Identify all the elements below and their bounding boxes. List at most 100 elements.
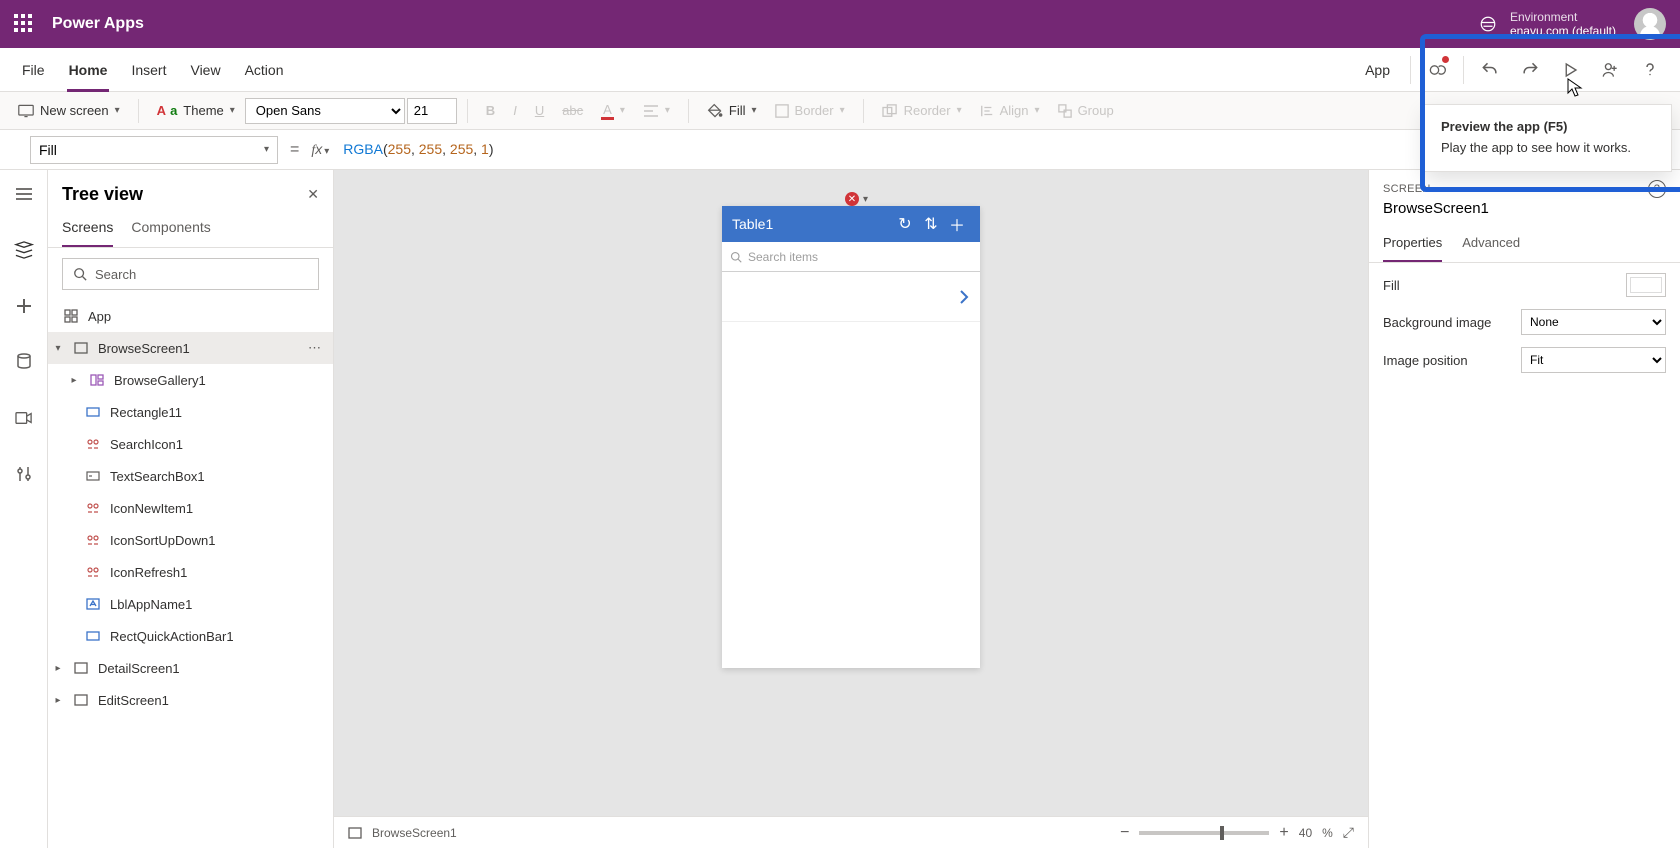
reorder-button[interactable]: Reorder▾ xyxy=(874,96,970,126)
redo-button[interactable] xyxy=(1510,48,1550,92)
tab-screens[interactable]: Screens xyxy=(62,211,113,247)
properties-help-button[interactable]: ? xyxy=(1648,180,1666,198)
user-avatar[interactable] xyxy=(1634,8,1666,40)
textbox-icon xyxy=(84,471,102,481)
gallery-row[interactable] xyxy=(722,272,980,322)
new-screen-button[interactable]: New screen ▾ xyxy=(10,96,128,126)
fit-screen-button[interactable]: ⤢ xyxy=(1343,824,1354,841)
tooltip-body: Play the app to see how it works. xyxy=(1441,140,1655,155)
prop-bgimage-label: Background image xyxy=(1383,315,1521,330)
tree-node-textsearchbox[interactable]: TextSearchBox1 xyxy=(48,460,333,492)
phone-preview[interactable]: Table1 ↻ ⇅ ＋ Search items xyxy=(722,206,980,668)
tree-node-lblappname[interactable]: LblAppName1 xyxy=(48,588,333,620)
tree-label: App xyxy=(88,309,111,324)
menu-view[interactable]: View xyxy=(178,48,232,92)
tree-label: BrowseScreen1 xyxy=(98,341,190,356)
rail-insert[interactable] xyxy=(8,290,40,322)
border-label: Border xyxy=(795,103,834,118)
phone-search-input[interactable]: Search items xyxy=(722,242,980,272)
caret-right-icon[interactable]: ▸ xyxy=(68,375,80,386)
rail-tree-view[interactable] xyxy=(8,234,40,266)
refresh-icon[interactable]: ↻ xyxy=(892,214,918,234)
tree-label: RectQuickActionBar1 xyxy=(110,629,234,644)
menu-app[interactable]: App xyxy=(1351,48,1404,92)
tree-node-iconsortupdown[interactable]: IconSortUpDown1 xyxy=(48,524,333,556)
font-size-input[interactable] xyxy=(407,98,457,124)
caret-down-icon[interactable]: ▾ xyxy=(52,343,64,354)
tree-node-detailscreen[interactable]: ▸ DetailScreen1 xyxy=(48,652,333,684)
tree-node-searchicon[interactable]: SearchIcon1 xyxy=(48,428,333,460)
rail-advanced-tools[interactable] xyxy=(8,458,40,490)
underline-button[interactable]: U xyxy=(527,96,552,126)
control-icon xyxy=(84,566,102,578)
rail-media[interactable] xyxy=(8,402,40,434)
app-checker-button[interactable] xyxy=(1417,48,1457,92)
fill-label: Fill xyxy=(729,103,746,118)
menu-insert[interactable]: Insert xyxy=(119,48,178,92)
canvas[interactable]: ✕ ▾ Table1 ↻ ⇅ ＋ Search items xyxy=(334,170,1368,816)
font-select[interactable]: Open Sans xyxy=(245,98,405,124)
rail-data[interactable] xyxy=(8,346,40,378)
tree-node-rectangle11[interactable]: Rectangle11 xyxy=(48,396,333,428)
title-bar: Power Apps Environment enavu.com (defaul… xyxy=(0,0,1680,48)
properties-tab-properties[interactable]: Properties xyxy=(1383,227,1442,262)
error-badge[interactable]: ✕ ▾ xyxy=(845,192,868,206)
tree-search-input[interactable]: Search xyxy=(62,258,319,290)
rail-hamburger[interactable] xyxy=(8,178,40,210)
menu-action[interactable]: Action xyxy=(233,48,296,92)
app-launcher-icon[interactable] xyxy=(14,14,34,34)
reorder-label: Reorder xyxy=(904,103,951,118)
tree-label: LblAppName1 xyxy=(110,597,192,612)
more-button[interactable]: ⋯ xyxy=(308,340,323,356)
align-button[interactable]: Align▾ xyxy=(972,96,1048,126)
prop-fill-swatch[interactable] xyxy=(1626,273,1666,297)
zoom-out-button[interactable]: − xyxy=(1120,824,1129,842)
zoom-slider[interactable] xyxy=(1139,831,1269,835)
label-icon xyxy=(84,598,102,610)
tree-node-iconnewitem[interactable]: IconNewItem1 xyxy=(48,492,333,524)
zoom-unit: % xyxy=(1322,826,1333,840)
environment-icon[interactable] xyxy=(1478,14,1498,34)
share-button[interactable] xyxy=(1590,48,1630,92)
menu-home[interactable]: Home xyxy=(57,48,120,92)
prop-bgimage-select[interactable]: None xyxy=(1521,309,1666,335)
zoom-in-button[interactable]: + xyxy=(1279,824,1288,842)
bold-button[interactable]: B xyxy=(478,96,503,126)
border-button[interactable]: Border▾ xyxy=(767,96,853,126)
prop-imgpos-select[interactable]: Fit xyxy=(1521,347,1666,373)
italic-button[interactable]: I xyxy=(505,96,525,126)
help-button[interactable] xyxy=(1630,48,1670,92)
chevron-right-icon xyxy=(958,289,970,305)
caret-right-icon[interactable]: ▸ xyxy=(52,695,64,706)
screen-icon xyxy=(72,342,90,354)
strike-button[interactable]: abc xyxy=(554,96,591,126)
app-icon xyxy=(62,309,80,323)
add-icon[interactable]: ＋ xyxy=(944,212,970,236)
close-tree-button[interactable]: ✕ xyxy=(307,186,319,203)
tree-node-iconrefresh[interactable]: IconRefresh1 xyxy=(48,556,333,588)
property-selector[interactable]: Fill ▾ xyxy=(30,136,278,164)
text-align-button[interactable]: ▾ xyxy=(635,96,678,126)
environment-switcher[interactable]: Environment enavu.com (default) xyxy=(1510,10,1616,38)
undo-button[interactable] xyxy=(1470,48,1510,92)
sort-icon[interactable]: ⇅ xyxy=(918,214,944,234)
tree-node-rectquickactionbar[interactable]: RectQuickActionBar1 xyxy=(48,620,333,652)
properties-tab-advanced[interactable]: Advanced xyxy=(1462,227,1520,262)
caret-right-icon[interactable]: ▸ xyxy=(52,663,64,674)
text-color-button[interactable]: A▾ xyxy=(593,96,633,126)
theme-button[interactable]: Aa Theme ▾ xyxy=(149,96,243,126)
tree-node-browsegallery[interactable]: ▸ BrowseGallery1 xyxy=(48,364,333,396)
align-label: Align xyxy=(1000,103,1029,118)
fill-button[interactable]: Fill▾ xyxy=(699,96,765,126)
tree-node-app[interactable]: App xyxy=(48,300,333,332)
tree-search-placeholder: Search xyxy=(95,267,136,282)
tree-node-editscreen[interactable]: ▸ EditScreen1 xyxy=(48,684,333,716)
menu-file[interactable]: File xyxy=(10,48,57,92)
gallery-icon xyxy=(88,374,106,386)
group-button[interactable]: Group xyxy=(1050,96,1122,126)
tree-node-browsescreen[interactable]: ▾ BrowseScreen1 ⋯ xyxy=(48,332,333,364)
equals-icon: = xyxy=(290,141,299,159)
zoom-value: 40 xyxy=(1299,826,1312,840)
fx-button[interactable]: fx▾ xyxy=(311,141,329,159)
tab-components[interactable]: Components xyxy=(131,211,210,247)
